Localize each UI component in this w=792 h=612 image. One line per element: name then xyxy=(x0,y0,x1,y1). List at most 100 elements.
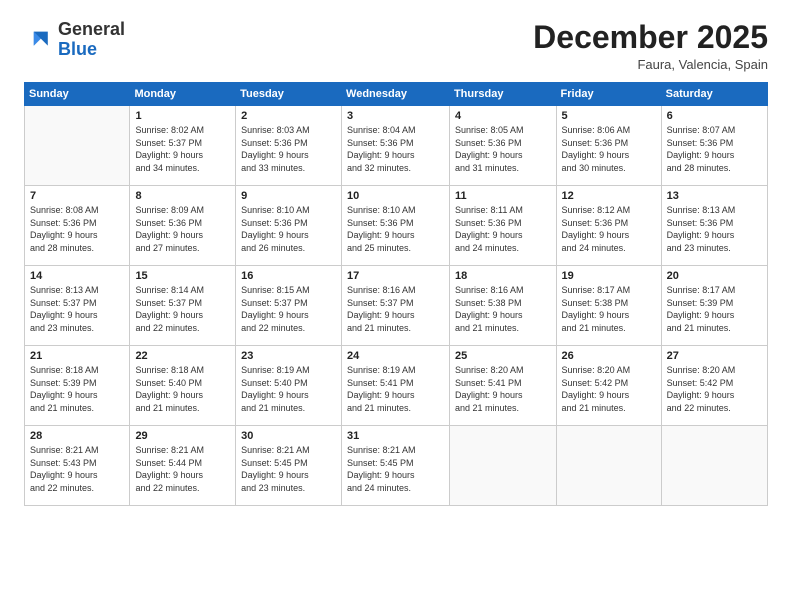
day-number: 3 xyxy=(347,110,444,122)
day-cell: 27 Sunrise: 8:20 AMSunset: 5:42 PMDayligh… xyxy=(661,346,767,426)
weekday-tuesday: Tuesday xyxy=(236,83,342,106)
day-cell: 28 Sunrise: 8:21 AMSunset: 5:43 PMDayligh… xyxy=(25,426,130,506)
day-cell: 17 Sunrise: 8:16 AMSunset: 5:37 PMDayligh… xyxy=(342,266,450,346)
day-info: Sunrise: 8:16 AMSunset: 5:38 PMDaylight:… xyxy=(455,284,551,334)
day-info: Sunrise: 8:20 AMSunset: 5:42 PMDaylight:… xyxy=(562,364,656,414)
day-info: Sunrise: 8:18 AMSunset: 5:39 PMDaylight:… xyxy=(30,364,124,414)
location: Faura, Valencia, Spain xyxy=(533,57,768,72)
day-number: 12 xyxy=(562,190,656,202)
day-number: 14 xyxy=(30,270,124,282)
weekday-monday: Monday xyxy=(130,83,236,106)
weekday-thursday: Thursday xyxy=(449,83,556,106)
day-info: Sunrise: 8:19 AMSunset: 5:41 PMDaylight:… xyxy=(347,364,444,414)
day-number: 5 xyxy=(562,110,656,122)
logo-blue: Blue xyxy=(58,40,125,60)
day-info: Sunrise: 8:05 AMSunset: 5:36 PMDaylight:… xyxy=(455,124,551,174)
day-number: 7 xyxy=(30,190,124,202)
day-number: 6 xyxy=(667,110,762,122)
day-number: 26 xyxy=(562,350,656,362)
day-cell: 9 Sunrise: 8:10 AMSunset: 5:36 PMDaylight… xyxy=(236,186,342,266)
day-info: Sunrise: 8:21 AMSunset: 5:44 PMDaylight:… xyxy=(135,444,230,494)
day-cell: 2 Sunrise: 8:03 AMSunset: 5:36 PMDaylight… xyxy=(236,106,342,186)
day-cell xyxy=(25,106,130,186)
day-cell: 30Sunrise: 8:21 AMSunset: 5:45 PMDayligh… xyxy=(236,426,342,506)
logo-icon xyxy=(24,26,52,54)
logo-general: General xyxy=(58,20,125,40)
weekday-wednesday: Wednesday xyxy=(342,83,450,106)
day-number: 23 xyxy=(241,350,336,362)
day-number: 11 xyxy=(455,190,551,202)
day-cell: 10Sunrise: 8:10 AMSunset: 5:36 PMDayligh… xyxy=(342,186,450,266)
day-number: 2 xyxy=(241,110,336,122)
day-info: Sunrise: 8:21 AMSunset: 5:45 PMDaylight:… xyxy=(347,444,444,494)
day-number: 29 xyxy=(135,430,230,442)
week-row-4: 21 Sunrise: 8:18 AMSunset: 5:39 PMDayligh… xyxy=(25,346,768,426)
day-cell: 1Sunrise: 8:02 AMSunset: 5:37 PMDaylight… xyxy=(130,106,236,186)
day-number: 9 xyxy=(241,190,336,202)
day-info: Sunrise: 8:20 AMSunset: 5:42 PMDaylight:… xyxy=(667,364,762,414)
calendar-table: SundayMondayTuesdayWednesdayThursdayFrid… xyxy=(24,82,768,506)
day-info: Sunrise: 8:12 AMSunset: 5:36 PMDaylight:… xyxy=(562,204,656,254)
day-info: Sunrise: 8:20 AMSunset: 5:41 PMDaylight:… xyxy=(455,364,551,414)
day-cell xyxy=(661,426,767,506)
day-cell: 14 Sunrise: 8:13 AMSunset: 5:37 PMDayligh… xyxy=(25,266,130,346)
day-cell: 15Sunrise: 8:14 AMSunset: 5:37 PMDayligh… xyxy=(130,266,236,346)
day-cell: 26 Sunrise: 8:20 AMSunset: 5:42 PMDayligh… xyxy=(556,346,661,426)
day-cell: 4 Sunrise: 8:05 AMSunset: 5:36 PMDaylight… xyxy=(449,106,556,186)
day-info: Sunrise: 8:21 AMSunset: 5:43 PMDaylight:… xyxy=(30,444,124,494)
day-info: Sunrise: 8:15 AMSunset: 5:37 PMDaylight:… xyxy=(241,284,336,334)
day-info: Sunrise: 8:16 AMSunset: 5:37 PMDaylight:… xyxy=(347,284,444,334)
week-row-5: 28 Sunrise: 8:21 AMSunset: 5:43 PMDayligh… xyxy=(25,426,768,506)
day-number: 8 xyxy=(135,190,230,202)
day-info: Sunrise: 8:03 AMSunset: 5:36 PMDaylight:… xyxy=(241,124,336,174)
day-cell: 20Sunrise: 8:17 AMSunset: 5:39 PMDayligh… xyxy=(661,266,767,346)
day-cell: 24 Sunrise: 8:19 AMSunset: 5:41 PMDayligh… xyxy=(342,346,450,426)
day-number: 15 xyxy=(135,270,230,282)
day-cell: 3Sunrise: 8:04 AMSunset: 5:36 PMDaylight… xyxy=(342,106,450,186)
day-number: 27 xyxy=(667,350,762,362)
day-cell: 12 Sunrise: 8:12 AMSunset: 5:36 PMDayligh… xyxy=(556,186,661,266)
day-number: 19 xyxy=(562,270,656,282)
day-cell: 16 Sunrise: 8:15 AMSunset: 5:37 PMDayligh… xyxy=(236,266,342,346)
weekday-sunday: Sunday xyxy=(25,83,130,106)
day-cell: 18Sunrise: 8:16 AMSunset: 5:38 PMDayligh… xyxy=(449,266,556,346)
calendar-header: SundayMondayTuesdayWednesdayThursdayFrid… xyxy=(25,83,768,106)
day-number: 25 xyxy=(455,350,551,362)
day-number: 28 xyxy=(30,430,124,442)
day-cell: 21 Sunrise: 8:18 AMSunset: 5:39 PMDayligh… xyxy=(25,346,130,426)
day-cell: 7Sunrise: 8:08 AMSunset: 5:36 PMDaylight… xyxy=(25,186,130,266)
logo: General Blue xyxy=(24,20,125,60)
day-cell: 29 Sunrise: 8:21 AMSunset: 5:44 PMDayligh… xyxy=(130,426,236,506)
day-number: 24 xyxy=(347,350,444,362)
day-cell: 5 Sunrise: 8:06 AMSunset: 5:36 PMDaylight… xyxy=(556,106,661,186)
day-cell: 19 Sunrise: 8:17 AMSunset: 5:38 PMDayligh… xyxy=(556,266,661,346)
day-number: 16 xyxy=(241,270,336,282)
day-info: Sunrise: 8:21 AMSunset: 5:45 PMDaylight:… xyxy=(241,444,336,494)
day-cell: 8Sunrise: 8:09 AMSunset: 5:36 PMDaylight… xyxy=(130,186,236,266)
day-number: 17 xyxy=(347,270,444,282)
weekday-saturday: Saturday xyxy=(661,83,767,106)
day-info: Sunrise: 8:19 AMSunset: 5:40 PMDaylight:… xyxy=(241,364,336,414)
month-title: December 2025 xyxy=(533,20,768,55)
day-info: Sunrise: 8:10 AMSunset: 5:36 PMDaylight:… xyxy=(241,204,336,254)
day-number: 21 xyxy=(30,350,124,362)
day-info: Sunrise: 8:02 AMSunset: 5:37 PMDaylight:… xyxy=(135,124,230,174)
week-row-3: 14 Sunrise: 8:13 AMSunset: 5:37 PMDayligh… xyxy=(25,266,768,346)
day-cell xyxy=(556,426,661,506)
day-number: 20 xyxy=(667,270,762,282)
logo-text: General Blue xyxy=(58,20,125,60)
week-row-2: 7Sunrise: 8:08 AMSunset: 5:36 PMDaylight… xyxy=(25,186,768,266)
weekday-friday: Friday xyxy=(556,83,661,106)
day-info: Sunrise: 8:06 AMSunset: 5:36 PMDaylight:… xyxy=(562,124,656,174)
weekday-row: SundayMondayTuesdayWednesdayThursdayFrid… xyxy=(25,83,768,106)
day-number: 22 xyxy=(135,350,230,362)
day-cell: 23 Sunrise: 8:19 AMSunset: 5:40 PMDayligh… xyxy=(236,346,342,426)
day-info: Sunrise: 8:13 AMSunset: 5:36 PMDaylight:… xyxy=(667,204,762,254)
header: General Blue December 2025 Faura, Valenc… xyxy=(24,20,768,72)
day-number: 4 xyxy=(455,110,551,122)
day-info: Sunrise: 8:17 AMSunset: 5:38 PMDaylight:… xyxy=(562,284,656,334)
day-cell: 31Sunrise: 8:21 AMSunset: 5:45 PMDayligh… xyxy=(342,426,450,506)
day-number: 13 xyxy=(667,190,762,202)
day-info: Sunrise: 8:13 AMSunset: 5:37 PMDaylight:… xyxy=(30,284,124,334)
calendar-body: 1Sunrise: 8:02 AMSunset: 5:37 PMDaylight… xyxy=(25,106,768,506)
